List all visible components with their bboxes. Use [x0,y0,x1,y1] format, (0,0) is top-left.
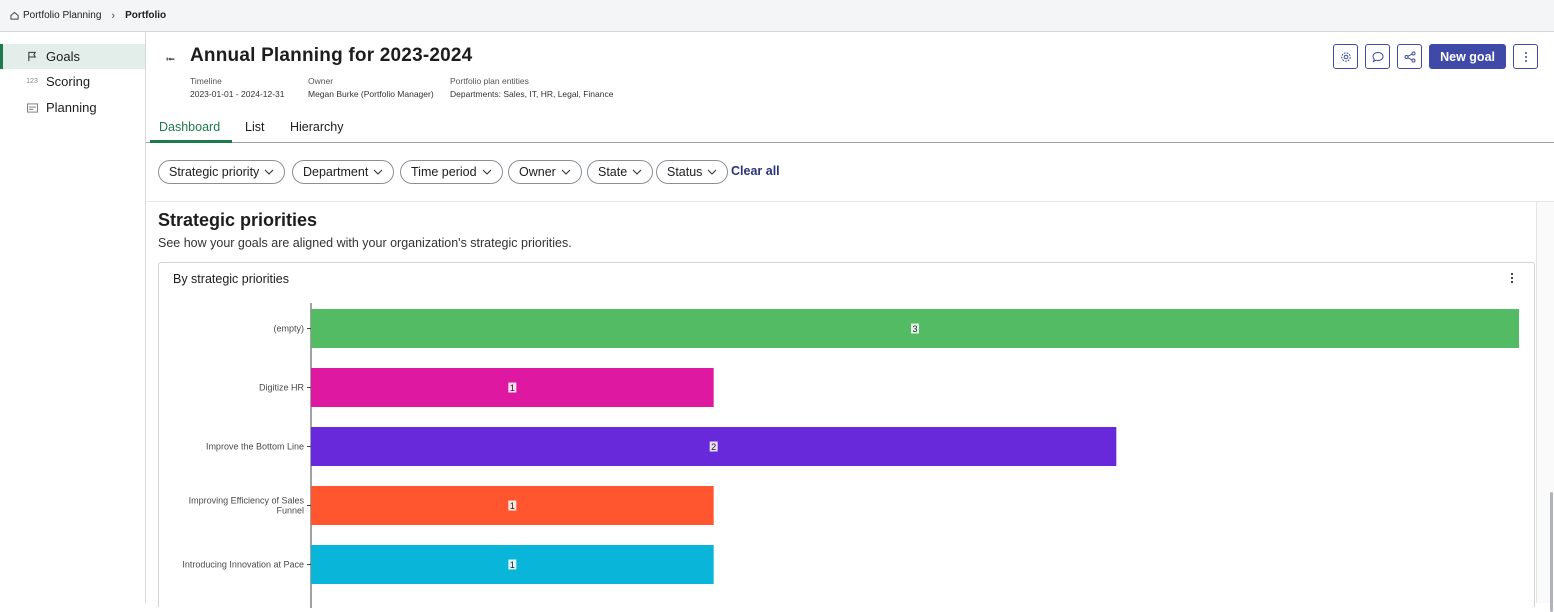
timeline-value: 2023-01-01 - 2024-12-31 [190,88,285,99]
sidebar-item-label: Planning [46,100,97,115]
share-button[interactable] [1397,44,1423,69]
chevron-down-icon [482,169,491,175]
data-label: 1 [510,501,515,511]
tab-hierarchy[interactable]: Hierarchy [290,120,344,134]
page-title: Annual Planning for 2023-2024 [190,45,473,66]
breadcrumb: Portfolio Planning › Portfolio [0,0,1554,32]
scrollbar-thumb[interactable] [1550,492,1553,612]
filter-label: Department [303,165,369,179]
scrollbar-track[interactable] [1536,202,1554,612]
section-title: Strategic priorities [158,210,318,230]
chevron-down-icon [264,169,274,175]
new-goal-button[interactable]: New goal [1429,44,1506,69]
calendar-icon [26,102,38,114]
data-label: 3 [912,324,917,334]
owner-value: Megan Burke (Portfolio Manager) [308,88,434,99]
timeline-label: Timeline [190,76,222,86]
sidebar-item-scoring[interactable]: 123 Scoring [0,69,145,94]
filter-label: Owner [519,165,556,179]
chevron-down-icon [632,169,642,175]
gear-icon [1340,51,1351,62]
filter-status[interactable]: Status [656,160,729,184]
tab-list[interactable]: List [245,120,264,134]
breadcrumb-current: Portfolio [125,10,167,21]
chevron-down-icon [708,169,717,175]
chart-card: By strategic priorities (empty) 3 Digitize… [158,262,1535,608]
entities-label: Portfolio plan entities [450,76,529,86]
filter-time-period[interactable]: Time period [400,160,503,184]
entities-value: Departments: Sales, IT, HR, Legal, Finan… [450,88,614,99]
active-tab-indicator [150,140,232,143]
y-tick-label: Improving Efficiency of Sales Funnel [189,496,305,516]
sidebar-item-label: Scoring [46,74,91,89]
y-tick-label: Introducing Innovation at Pace [182,560,304,570]
number-icon: 123 [26,78,38,85]
data-label: 1 [510,560,515,570]
breadcrumb-root-label: Portfolio Planning [23,10,102,21]
owner-meta: Owner Megan Burke (Portfolio Manager) [308,75,434,100]
tab-bar: Dashboard List Hierarchy [146,114,1554,143]
breadcrumb-root[interactable]: Portfolio Planning [10,10,101,21]
sidebar-item-label: Goals [46,49,80,64]
filter-state[interactable]: State [587,160,654,184]
flag-icon [26,51,38,63]
comment-icon [1372,51,1384,62]
filter-owner[interactable]: Owner [508,160,582,184]
filter-label: Status [667,165,703,179]
clear-all-link[interactable]: Clear all [731,164,780,178]
filter-bar: Strategic priority Department Time perio… [146,144,1554,202]
filter-strategic-priority[interactable]: Strategic priority [158,160,286,184]
filter-label: Time period [411,165,477,179]
sidebar-item-planning[interactable]: Planning [0,95,145,120]
section-subtitle: See how your goals are aligned with your… [158,236,572,250]
owner-label: Owner [308,76,334,86]
sidebar: Goals 123 Scoring Planning [0,32,146,603]
tab-dashboard[interactable]: Dashboard [159,120,220,134]
filter-department[interactable]: Department [292,160,395,184]
data-label: 1 [510,383,515,393]
chevron-right-icon: › [111,9,116,22]
share-icon [1404,51,1416,62]
more-vertical-icon [1524,51,1527,62]
header-actions: New goal [1333,44,1538,69]
collapse-sidebar-icon[interactable]: ⭰ [166,50,175,71]
chevron-down-icon [561,169,571,175]
timeline-meta: Timeline 2023-01-01 - 2024-12-31 [190,75,285,100]
chevron-down-icon [373,169,383,175]
y-tick-label: (empty) [273,324,304,334]
more-actions-button[interactable] [1513,44,1538,69]
entities-meta: Portfolio plan entities Departments: Sal… [450,75,613,100]
comments-button[interactable] [1365,44,1391,69]
home-icon [10,11,19,20]
sidebar-item-goals[interactable]: Goals [0,44,145,69]
settings-button[interactable] [1333,44,1359,69]
y-tick-label: Digitize HR [259,383,305,393]
data-label: 2 [711,442,716,452]
y-tick-label: Improve the Bottom Line [206,442,304,452]
bar-chart: (empty) 3 Digitize HR 1 Improve the Bottom L… [182,303,1519,608]
filter-label: State [598,165,628,179]
filter-label: Strategic priority [169,165,260,179]
main-content: ⭰ Annual Planning for 2023-2024 Timeline… [146,32,1554,612]
